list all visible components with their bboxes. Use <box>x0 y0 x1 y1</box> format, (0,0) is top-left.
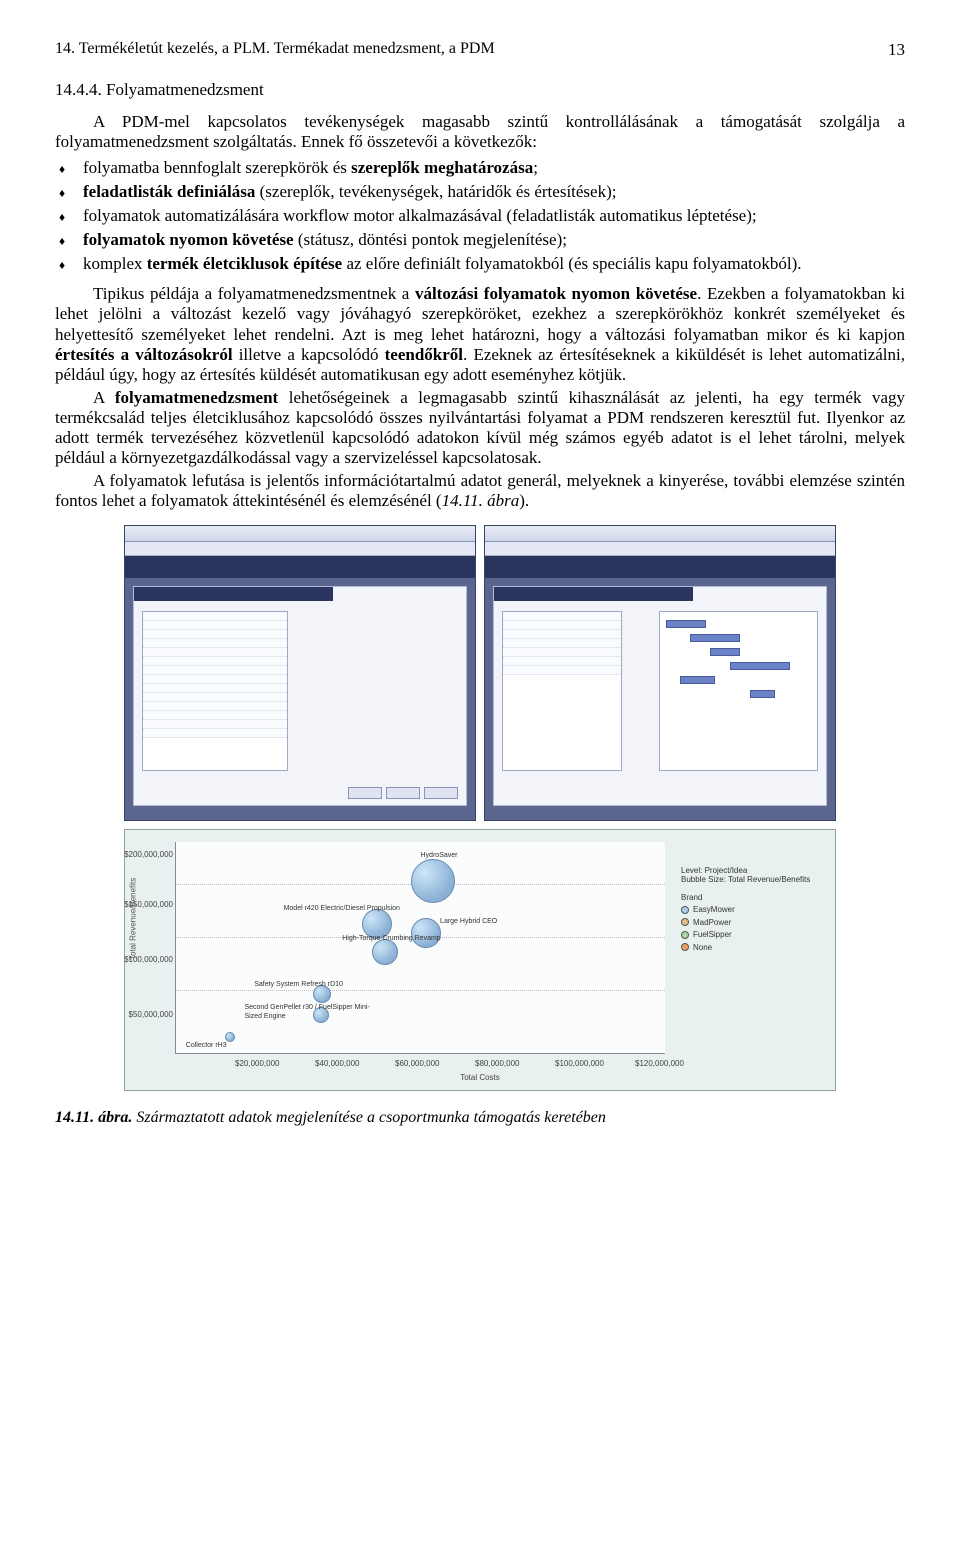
y-tick: $200,000,000 <box>113 850 173 859</box>
list-item: komplex termék életciklusok építése az e… <box>55 254 905 274</box>
plot-area: HydroSaver Model r420 Electric/Diesel Pr… <box>175 842 665 1054</box>
banner <box>125 556 475 578</box>
bubble-hydrosaver <box>411 859 455 903</box>
bubble-label: Safety System Refresh rD10 <box>254 981 343 989</box>
legend-item: FuelSipper <box>681 930 821 939</box>
gantt-chart <box>659 611 818 771</box>
bubble <box>225 1032 235 1042</box>
figure-caption: 14.11. ábra. Származtatott adatok megjel… <box>55 1109 905 1128</box>
bubble-label: HydroSaver <box>421 852 458 860</box>
x-tick: $60,000,000 <box>395 1059 440 1068</box>
bubble-label: High-Torque Crumbing Revamp <box>342 935 440 943</box>
legend-line: Level: Project/Idea <box>681 866 821 875</box>
intro-paragraph: A PDM-mel kapcsolatos tevékenységek maga… <box>55 112 905 152</box>
y-tick: $150,000,000 <box>113 900 173 909</box>
body-paragraph: A folyamatmenedzsment lehetőségeinek a l… <box>55 388 905 468</box>
legend-item: None <box>681 943 821 952</box>
task-list <box>502 611 622 771</box>
x-tick: $120,000,000 <box>635 1059 684 1068</box>
bubble-label: Collector rH3 <box>186 1042 227 1050</box>
task-list <box>142 611 288 771</box>
page-header: 14. Termékéletút kezelés, a PLM. Terméka… <box>55 40 905 60</box>
list-item: folyamatok nyomon követése (státusz, dön… <box>55 230 905 250</box>
list-item: feladatlisták definiálása (szereplők, te… <box>55 182 905 202</box>
running-title: 14. Termékéletút kezelés, a PLM. Terméka… <box>55 40 495 60</box>
x-tick: $100,000,000 <box>555 1059 604 1068</box>
figure-14-11: Total Revenue/Benefits HydroSaver Model … <box>55 525 905 1091</box>
bubble-chart: Total Revenue/Benefits HydroSaver Model … <box>124 829 836 1091</box>
navtab <box>494 587 693 601</box>
y-tick: $50,000,000 <box>113 1010 173 1019</box>
panel-inner <box>133 586 467 806</box>
bubble-label: Model r420 Electric/Diesel Propulsion <box>284 905 400 913</box>
x-tick: $40,000,000 <box>315 1059 360 1068</box>
titlebar <box>125 526 475 542</box>
x-tick: $80,000,000 <box>475 1059 520 1068</box>
action-buttons <box>348 787 458 799</box>
bubble <box>411 918 441 948</box>
x-axis-label: Total Costs <box>460 1073 500 1082</box>
body-paragraph: A folyamatok lefutása is jelentős inform… <box>55 471 905 511</box>
page-number: 13 <box>888 40 905 60</box>
caption-label: 14.11. ábra. <box>55 1109 132 1126</box>
menubar <box>125 542 475 556</box>
panel-inner <box>493 586 827 806</box>
menubar <box>485 542 835 556</box>
navtab <box>134 587 333 601</box>
legend-item: MadPower <box>681 918 821 927</box>
legend-subtitle: Brand <box>681 893 821 902</box>
banner <box>485 556 835 578</box>
titlebar <box>485 526 835 542</box>
figure-top-row <box>124 525 836 821</box>
bubble-label: Large Hybrid CEO <box>440 918 497 926</box>
legend-item: EasyMower <box>681 905 821 914</box>
y-axis-label: Total Revenue/Benefits <box>128 878 137 960</box>
section-heading: 14.4.4. Folyamatmenedzsment <box>55 80 905 100</box>
body-paragraph: Tipikus példája a folyamatmenedzsmentnek… <box>55 284 905 384</box>
app-window-schedule <box>124 525 476 821</box>
app-window-gantt <box>484 525 836 821</box>
chart-legend: Level: Project/Idea Bubble Size: Total R… <box>681 866 821 952</box>
legend-line: Bubble Size: Total Revenue/Benefits <box>681 875 821 884</box>
bubble-label: Second GenPellet r30 / FuelSipper Mini-S… <box>244 1004 384 1021</box>
list-item: folyamatok automatizálására workflow mot… <box>55 206 905 226</box>
x-tick: $20,000,000 <box>235 1059 280 1068</box>
list-item: folyamatba bennfoglalt szerepkörök és sz… <box>55 158 905 178</box>
y-tick: $100,000,000 <box>113 955 173 964</box>
bullet-list: folyamatba bennfoglalt szerepkörök és sz… <box>55 158 905 274</box>
caption-text: Származtatott adatok megjelenítése a cso… <box>132 1109 606 1126</box>
